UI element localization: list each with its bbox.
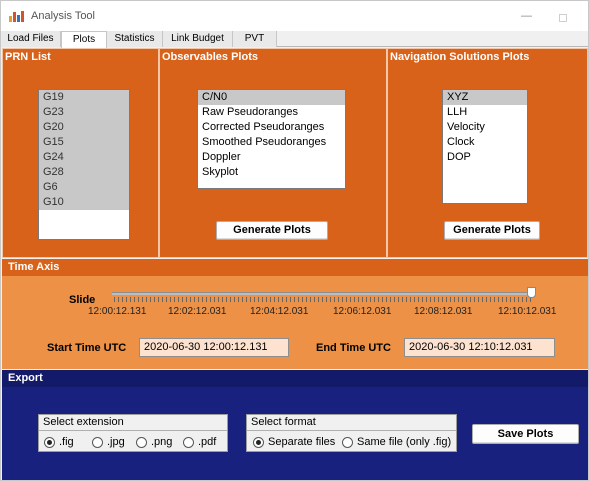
format-group-title: Select format (251, 416, 316, 428)
observables-plots-panel: Observables Plots C/N0 Raw Pseudoranges Co… (159, 48, 387, 258)
prn-list-item[interactable]: G10 (39, 195, 129, 210)
tab-link-budget[interactable]: Link Budget (163, 31, 233, 47)
time-axis-panel: Time Axis Slide 12:00:12.131 12:02:12.03… (2, 259, 588, 369)
tick-label: 12:02:12.031 (168, 306, 227, 317)
tick-label: 12:10:12.031 (498, 306, 557, 317)
tab-statistics[interactable]: Statistics (107, 31, 163, 47)
slide-label: Slide (69, 294, 96, 306)
window-title: Analysis Tool (31, 10, 95, 22)
tab-load-files[interactable]: Load Files (1, 31, 61, 47)
navigation-solutions-title: Navigation Solutions Plots (390, 51, 530, 63)
observables-listbox[interactable]: C/N0 Raw Pseudoranges Corrected Pseudorang… (197, 89, 346, 189)
tick-label: 12:06:12.031 (333, 306, 392, 317)
observables-list-item[interactable]: Corrected Pseudoranges (198, 120, 345, 135)
radio-same-file[interactable]: Same file (only .fig) (342, 436, 451, 448)
app-window: Analysis Tool — Load Files Plots Statist… (0, 0, 589, 481)
extension-group: Select extension .fig .jpg .png .pdf (38, 414, 228, 452)
tab-plots[interactable]: Plots (61, 31, 107, 48)
navigation-list-item[interactable]: DOP (443, 150, 527, 165)
radio-label: .jpg (107, 436, 125, 448)
app-logo-icon (9, 10, 25, 22)
prn-list-title: PRN List (5, 51, 51, 63)
prn-listbox[interactable]: G19 G23 G20 G15 G24 G28 G6 G10 (38, 89, 130, 240)
navigation-list-item[interactable]: LLH (443, 105, 527, 120)
prn-list-item[interactable]: G6 (39, 180, 129, 195)
navigation-solutions-panel: Navigation Solutions Plots XYZ LLH Velocit… (387, 48, 588, 258)
radio-separate-files[interactable]: Separate files (253, 436, 335, 448)
radio-button-icon (253, 436, 264, 448)
tab-pvt[interactable]: PVT (233, 31, 277, 47)
observables-list-item[interactable]: Raw Pseudoranges (198, 105, 345, 120)
save-plots-button[interactable]: Save Plots (472, 424, 579, 444)
export-title: Export (8, 372, 43, 384)
prn-list-item[interactable]: G20 (39, 120, 129, 135)
format-group: Select format Separate files Same file (… (246, 414, 457, 452)
end-time-label: End Time UTC (316, 342, 391, 354)
observables-list-item[interactable]: Smoothed Pseudoranges (198, 135, 345, 150)
time-slider-thumb[interactable] (527, 287, 536, 298)
radio-ext-jpg[interactable]: .jpg (92, 436, 125, 448)
observables-list-item[interactable]: Skyplot (198, 165, 345, 180)
radio-ext-png[interactable]: .png (136, 436, 172, 448)
end-time-field[interactable]: 2020-06-30 12:10:12.031 (404, 338, 555, 357)
tick-label: 12:04:12.031 (250, 306, 309, 317)
observables-list-item[interactable]: Doppler (198, 150, 345, 165)
format-group-divider (247, 430, 456, 431)
radio-label: .pdf (198, 436, 217, 448)
start-time-label: Start Time UTC (47, 342, 127, 354)
prn-list-item[interactable]: G23 (39, 105, 129, 120)
radio-label: Same file (only .fig) (357, 436, 452, 448)
time-axis-header: Time Axis (2, 259, 588, 276)
radio-button-icon (136, 436, 147, 448)
navigation-list-item[interactable]: Velocity (443, 120, 527, 135)
time-axis-title: Time Axis (8, 261, 60, 273)
time-slider-ticks (114, 297, 532, 302)
start-time-field[interactable]: 2020-06-30 12:00:12.131 (139, 338, 289, 357)
radio-ext-pdf[interactable]: .pdf (183, 436, 216, 448)
extension-group-divider (39, 430, 227, 431)
title-bar[interactable]: Analysis Tool — (1, 1, 588, 31)
navigation-list-item[interactable]: Clock (443, 135, 527, 150)
radio-ext-fig[interactable]: .fig (44, 436, 74, 448)
export-panel: Export Select extension .fig .jpg .png .… (2, 370, 588, 480)
navigation-listbox[interactable]: XYZ LLH Velocity Clock DOP (442, 89, 528, 204)
radio-label: .fig (59, 436, 74, 448)
tick-label: 12:08:12.031 (414, 306, 473, 317)
observables-plots-title: Observables Plots (162, 51, 258, 63)
radio-button-icon (183, 436, 194, 448)
radio-button-icon (44, 436, 55, 448)
navigation-list-item[interactable]: XYZ (443, 90, 527, 105)
prn-list-item[interactable]: G15 (39, 135, 129, 150)
tab-bar: Load Files Plots Statistics Link Budget … (1, 31, 588, 48)
prn-list-item[interactable]: G28 (39, 165, 129, 180)
maximize-button[interactable] (559, 14, 567, 22)
minimize-button[interactable]: — (521, 10, 532, 22)
time-slider-track[interactable] (112, 292, 536, 295)
radio-button-icon (92, 436, 103, 448)
generate-observables-plots-button[interactable]: Generate Plots (216, 221, 328, 240)
prn-list-panel: PRN List G19 G23 G20 G15 G24 G28 G6 G10 (2, 48, 159, 258)
generate-navigation-plots-button[interactable]: Generate Plots (444, 221, 540, 240)
radio-label: .png (151, 436, 173, 448)
extension-group-title: Select extension (43, 416, 124, 428)
tick-label: 12:00:12.131 (88, 306, 147, 317)
prn-list-item[interactable]: G19 (39, 90, 129, 105)
export-header: Export (2, 370, 588, 387)
radio-button-icon (342, 436, 353, 448)
radio-label: Separate files (268, 436, 336, 448)
observables-list-item[interactable]: C/N0 (198, 90, 345, 105)
prn-list-item[interactable]: G24 (39, 150, 129, 165)
